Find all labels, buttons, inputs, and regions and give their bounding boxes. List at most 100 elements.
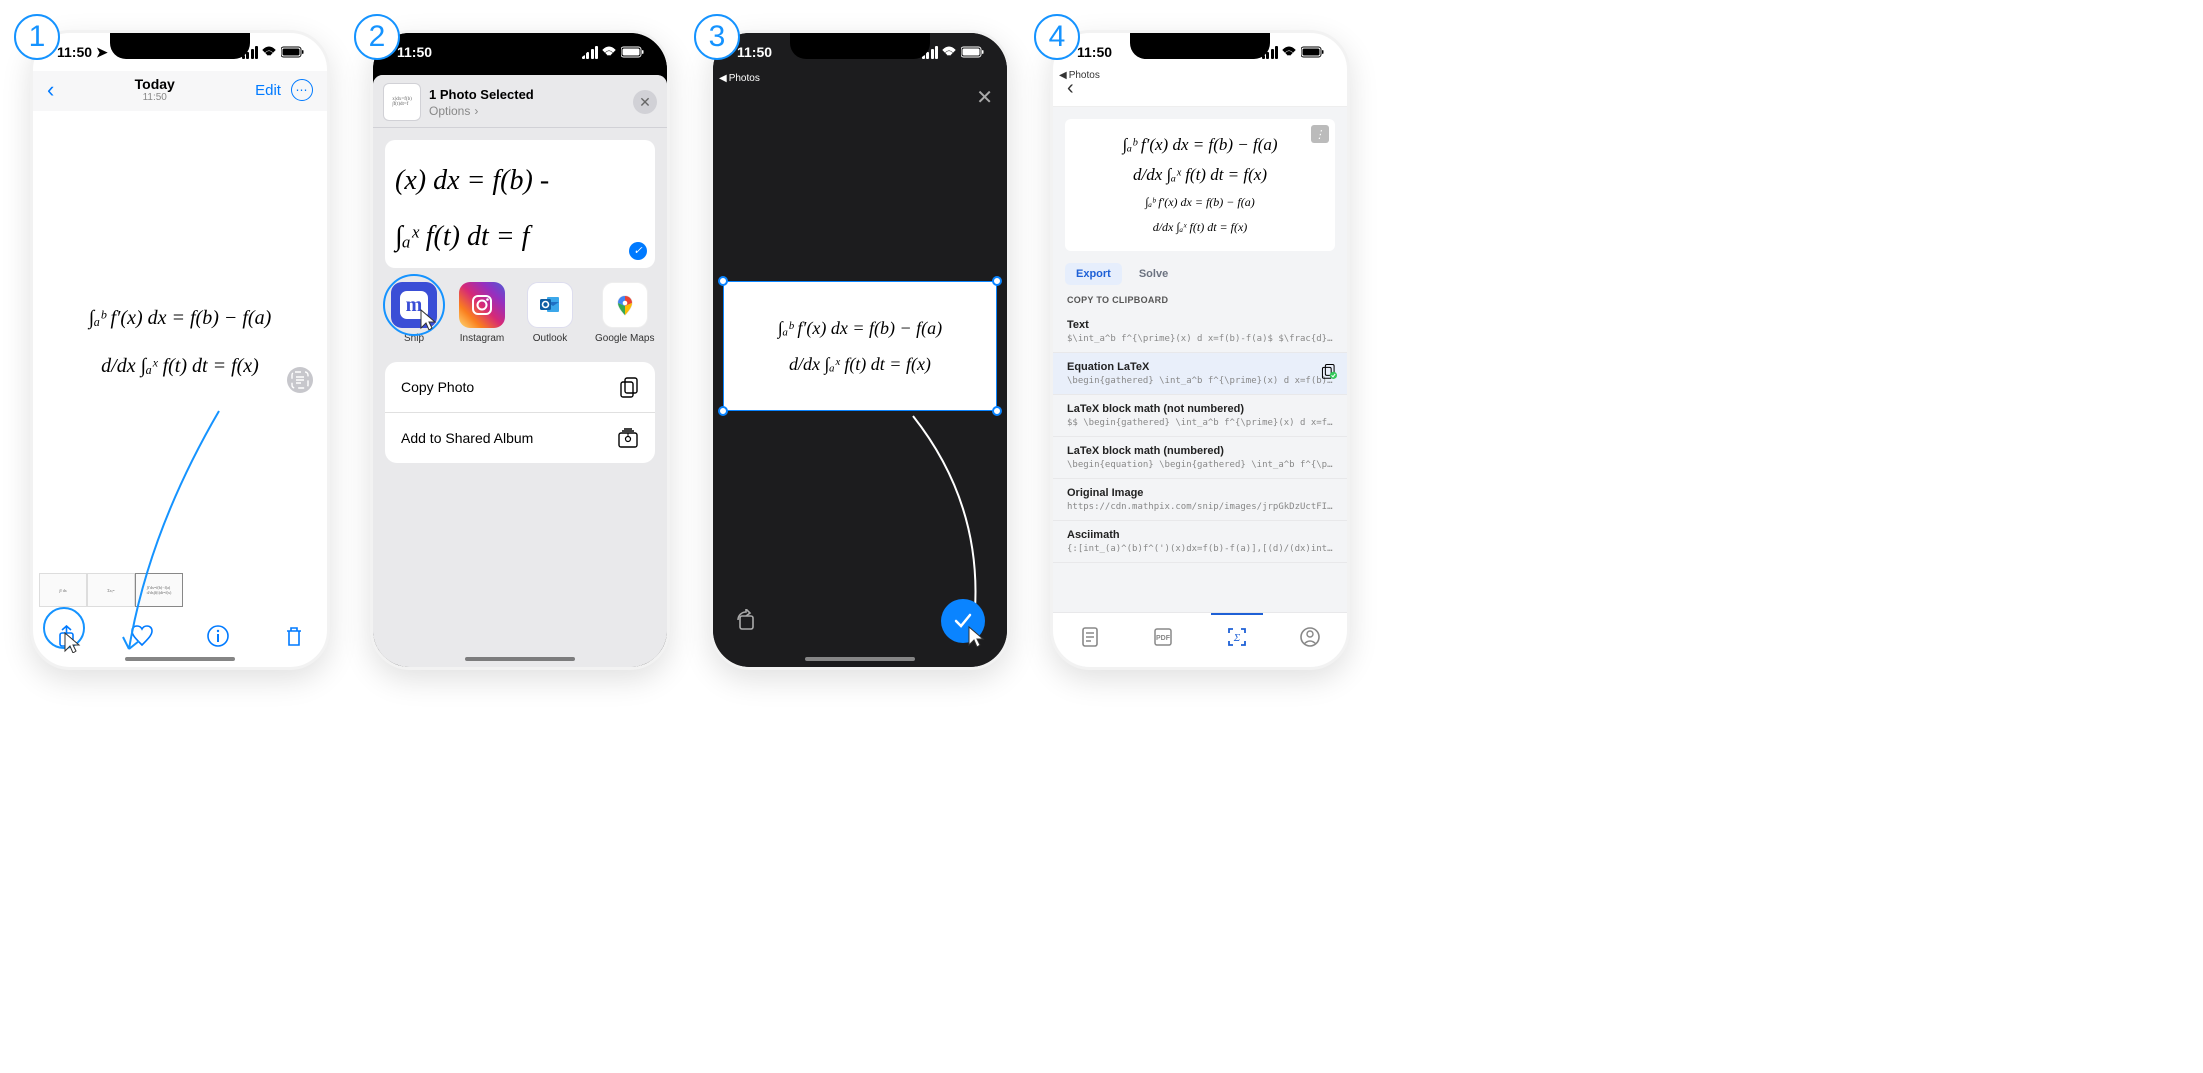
- snip-app-icon[interactable]: m: [391, 282, 437, 328]
- step-badge-4: 4: [1034, 14, 1080, 60]
- tab-pdf[interactable]: [1151, 625, 1175, 649]
- battery-icon: [961, 46, 985, 58]
- tab-documents[interactable]: [1078, 625, 1102, 649]
- share-app-google-maps[interactable]: Google Maps: [595, 282, 654, 344]
- crop-handle-bl[interactable]: [718, 406, 728, 416]
- share-actions-list: Copy Photo Add to Shared Album: [385, 362, 655, 463]
- battery-icon: [1301, 46, 1325, 58]
- more-button[interactable]: ⋯: [291, 79, 313, 101]
- cursor-icon: [419, 308, 437, 330]
- export-row-equation-latex[interactable]: Equation LaTeX \begin{gathered} \int_a^b…: [1053, 353, 1347, 395]
- share-app-instagram[interactable]: Instagram: [459, 282, 505, 344]
- notch: [110, 33, 250, 59]
- cursor-icon: [967, 625, 985, 647]
- crop-selection[interactable]: ∫ₐᵇ f′(x) dx = f(b) − f(a) d/dx ∫ₐˣ f(t)…: [723, 281, 997, 411]
- copy-icon: [619, 376, 639, 398]
- home-indicator[interactable]: [805, 657, 915, 661]
- tab-solve[interactable]: Solve: [1128, 263, 1179, 285]
- notch: [1130, 33, 1270, 59]
- home-indicator[interactable]: [465, 657, 575, 661]
- export-format-list[interactable]: Text $\int_a^b f^{\prime}(x) d x=f(b)-f(…: [1053, 311, 1347, 612]
- tab-export[interactable]: Export: [1065, 263, 1122, 285]
- status-time: 11:50 ➤: [57, 44, 108, 61]
- phone-1-photos-detail: 11:50 ➤ ‹ Today11:50 Edit ⋯ ∫ₐᵇ f′(x) dx…: [30, 30, 330, 670]
- instagram-app-icon[interactable]: [459, 282, 505, 328]
- export-row-original-image[interactable]: Original Image https://cdn.mathpix.com/s…: [1053, 479, 1347, 521]
- step-badge-1: 1: [14, 14, 60, 60]
- add-to-shared-album-action[interactable]: Add to Shared Album: [385, 413, 655, 463]
- thumbnail[interactable]: Σxᵢ=: [87, 573, 135, 607]
- status-time: 11:50: [1077, 44, 1112, 60]
- live-text-icon[interactable]: [287, 367, 313, 393]
- favorite-button[interactable]: [131, 625, 153, 647]
- wifi-icon: [262, 46, 277, 58]
- rendered-line: ∫ₐᵇ f′(x) dx = f(b) − f(a): [1122, 135, 1277, 155]
- phone-2-share-sheet: 11:50 x)dx=f(b)∫f(t)dt=f 1 Photo Selecte…: [370, 30, 670, 670]
- selected-check-icon[interactable]: ✓: [629, 242, 647, 260]
- close-button[interactable]: ✕: [633, 90, 657, 114]
- wifi-icon: [1282, 46, 1297, 58]
- nav-title: Today11:50: [135, 77, 175, 103]
- export-row-block-numbered[interactable]: LaTeX block math (numbered) \begin{equat…: [1053, 437, 1347, 479]
- tab-scan[interactable]: [1225, 625, 1249, 649]
- crop-handle-tl[interactable]: [718, 276, 728, 286]
- phone-4-snip-result: 11:50 ◀ Photos ‹ ⋮ ∫ₐᵇ f′(x) dx = f(b) −…: [1050, 30, 1350, 670]
- battery-icon: [281, 46, 305, 58]
- thumbnail-strip[interactable]: ∫f dx Σxᵢ= ∫f′dx=f(b)−f(a)d/dx∫f(t)dt=f(…: [33, 573, 327, 607]
- crop-canvas[interactable]: ✕ ∫ₐᵇ f′(x) dx = f(b) − f(a) d/dx ∫ₐˣ f(…: [713, 71, 1007, 667]
- share-app-outlook[interactable]: Outlook: [527, 282, 573, 344]
- phone-3-crop-view: 11:50 ◀ Photos ✕ ∫ₐᵇ f′(x) dx = f(b) − f…: [710, 30, 1010, 670]
- back-to-photos-button[interactable]: ◀ Photos: [1059, 70, 1100, 81]
- result-tabs: Export Solve: [1053, 263, 1347, 285]
- thumbnail[interactable]: ∫f dx: [39, 573, 87, 607]
- confirm-crop-button[interactable]: [941, 599, 985, 643]
- back-button[interactable]: ‹: [47, 77, 54, 103]
- share-sheet-header: x)dx=f(b)∫f(t)dt=f 1 Photo Selected Opti…: [373, 75, 667, 128]
- export-row-asciimath[interactable]: Asciimath {:[int_(a)^(b)f^(')(x)dx=f(b)-…: [1053, 521, 1347, 563]
- notch: [790, 33, 930, 59]
- thumbnail-selected[interactable]: ∫f′dx=f(b)−f(a)d/dx∫f(t)dt=f(x): [135, 573, 183, 607]
- close-button[interactable]: ✕: [976, 85, 993, 110]
- cursor-icon: [63, 631, 81, 653]
- back-to-photos-button[interactable]: ◀ Photos: [719, 73, 760, 84]
- app-label: Google Maps: [595, 333, 654, 344]
- share-app-row[interactable]: m Snip Instagram Outlook: [385, 268, 655, 354]
- share-preview[interactable]: (x) dx = f(b) - ∫ₐˣ f(t) dt = f ✓: [385, 140, 655, 268]
- section-header: COPY TO CLIPBOARD: [1053, 285, 1347, 311]
- delete-button[interactable]: [283, 625, 305, 647]
- home-indicator[interactable]: [125, 657, 235, 661]
- step-badge-3: 3: [694, 14, 740, 60]
- app-label: Instagram: [460, 333, 504, 344]
- location-icon: ➤: [96, 44, 108, 60]
- rotate-button[interactable]: [735, 609, 759, 633]
- copy-photo-action[interactable]: Copy Photo: [385, 362, 655, 413]
- copy-success-icon: [1321, 363, 1337, 379]
- wifi-icon: [942, 46, 957, 58]
- photo-content-math: ∫ₐᵇ f′(x) dx = f(b) − f(a) d/dx ∫ₐˣ f(t)…: [53, 294, 307, 390]
- card-menu-button[interactable]: ⋮: [1311, 125, 1329, 143]
- outlook-app-icon[interactable]: [527, 282, 573, 328]
- share-title: 1 Photo Selected: [429, 87, 625, 102]
- wifi-icon: [602, 46, 617, 58]
- share-app-snip[interactable]: m Snip: [391, 282, 437, 344]
- export-row-block-not-numbered[interactable]: LaTeX block math (not numbered) $$ \begi…: [1053, 395, 1347, 437]
- share-thumbnail[interactable]: x)dx=f(b)∫f(t)dt=f: [383, 83, 421, 121]
- tab-profile[interactable]: [1298, 625, 1322, 649]
- crop-handle-tr[interactable]: [992, 276, 1002, 286]
- share-options-button[interactable]: Options ›: [429, 104, 625, 118]
- photo-viewer[interactable]: ∫ₐᵇ f′(x) dx = f(b) − f(a) d/dx ∫ₐˣ f(t)…: [33, 111, 327, 573]
- google-maps-app-icon[interactable]: [602, 282, 648, 328]
- info-button[interactable]: [207, 625, 229, 647]
- rendered-equation-card[interactable]: ⋮ ∫ₐᵇ f′(x) dx = f(b) − f(a) d/dx ∫ₐˣ f(…: [1065, 119, 1335, 251]
- rendered-line: d/dx ∫ₐˣ f(t) dt = f(x): [1133, 165, 1267, 185]
- crop-handle-br[interactable]: [992, 406, 1002, 416]
- nav-bar: ‹ Today11:50 Edit ⋯: [33, 71, 327, 111]
- status-time: 11:50: [737, 44, 772, 60]
- export-row-text[interactable]: Text $\int_a^b f^{\prime}(x) d x=f(b)-f(…: [1053, 311, 1347, 353]
- edit-button[interactable]: Edit: [255, 82, 281, 99]
- rendered-line-small: d/dx ∫ₐˣ f(t) dt = f(x): [1153, 220, 1248, 235]
- shared-album-icon: [617, 427, 639, 449]
- bottom-tab-bar: [1053, 612, 1347, 667]
- rendered-line-small: ∫ₐᵇ f′(x) dx = f(b) − f(a): [1145, 195, 1254, 210]
- step-badge-2: 2: [354, 14, 400, 60]
